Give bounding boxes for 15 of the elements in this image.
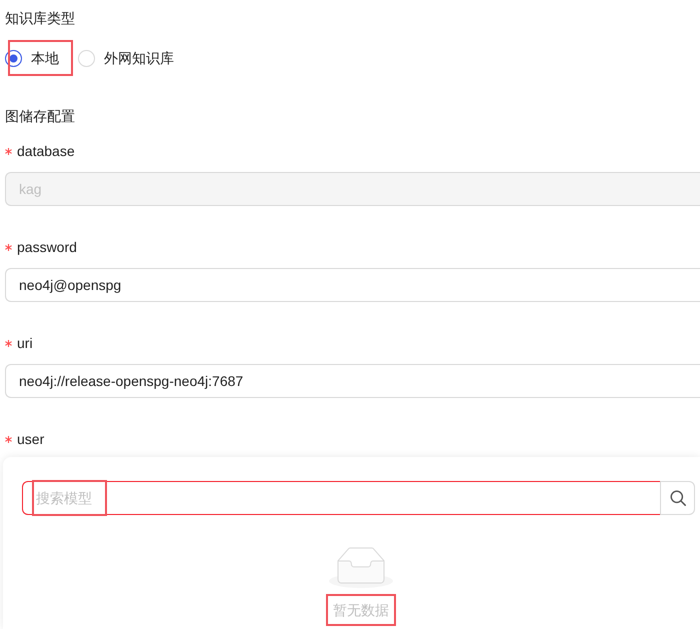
field-label: password	[17, 238, 77, 257]
search-field[interactable]: 搜索模型	[22, 481, 660, 515]
input-field[interactable]: neo4j@openspg	[5, 268, 700, 302]
empty-text: 暂无数据	[333, 602, 389, 618]
search-button[interactable]	[660, 481, 695, 515]
field-label: user	[17, 430, 44, 449]
empty-inbox-icon	[329, 547, 393, 588]
field-label: database	[17, 142, 75, 161]
section-title: 知识库类型	[5, 9, 75, 28]
section-title: 图储存配置	[5, 107, 75, 126]
field-label: uri	[17, 334, 33, 353]
radio-option[interactable]: 本地	[5, 47, 59, 69]
input-field[interactable]: neo4j://release-openspg-neo4j:7687	[5, 364, 700, 398]
search-icon	[670, 490, 686, 506]
radio-option[interactable]: 外网知识库	[78, 47, 174, 69]
